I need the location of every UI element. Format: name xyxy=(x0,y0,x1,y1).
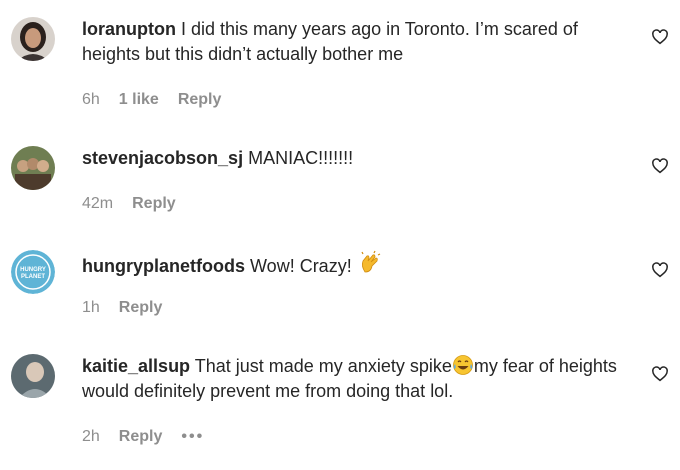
more-options-icon[interactable]: ••• xyxy=(181,428,204,446)
avatar[interactable] xyxy=(11,17,55,61)
like-count[interactable]: 1 like xyxy=(119,91,159,109)
comment-meta: 2h Reply ••• xyxy=(82,428,223,446)
reply-button[interactable]: Reply xyxy=(178,91,222,109)
heart-outline-icon[interactable] xyxy=(651,157,669,175)
heart-outline-icon[interactable] xyxy=(651,365,669,383)
hungry-planet-logo[interactable]: HUNGRY PLANET xyxy=(11,250,55,294)
comment-text: hungryplanetfoods Wow! Crazy! xyxy=(82,250,622,279)
comment-time[interactable]: 2h xyxy=(82,428,100,446)
comment-meta: 42m Reply xyxy=(82,195,195,213)
comment-time[interactable]: 6h xyxy=(82,91,100,109)
comment-time[interactable]: 42m xyxy=(82,195,113,213)
heart-outline-icon[interactable] xyxy=(651,28,669,46)
clapping-hands-emoji xyxy=(361,250,380,273)
logo-text: HUNGRY xyxy=(20,267,46,273)
comment-meta: 1h Reply xyxy=(82,299,181,317)
heart-outline-icon[interactable] xyxy=(651,261,669,279)
comment-username[interactable]: hungryplanetfoods xyxy=(82,256,245,276)
avatar[interactable] xyxy=(11,146,55,190)
comment-text: stevenjacobson_sj MANIAC!!!!!!! xyxy=(82,146,622,171)
comment-meta: 6h 1 like Reply xyxy=(82,91,240,109)
comment-body: That just made my anxiety spike xyxy=(194,356,452,376)
comment-text: loranupton I did this many years ago in … xyxy=(82,17,622,67)
comment-username[interactable]: kaitie_allsup xyxy=(82,356,190,376)
reply-button[interactable]: Reply xyxy=(132,195,176,213)
reply-button[interactable]: Reply xyxy=(119,428,163,446)
comment-username[interactable]: loranupton xyxy=(82,19,176,39)
comment-time[interactable]: 1h xyxy=(82,299,100,317)
logo-text: PLANET xyxy=(21,274,45,280)
comment-username[interactable]: stevenjacobson_sj xyxy=(82,148,243,168)
tears-of-joy-emoji xyxy=(452,355,473,375)
comment-body: MANIAC!!!!!!! xyxy=(248,148,354,168)
comment-body: Wow! Crazy! xyxy=(250,256,352,276)
comment-text: kaitie_allsup That just made my anxiety … xyxy=(82,354,622,404)
avatar[interactable] xyxy=(11,354,55,398)
reply-button[interactable]: Reply xyxy=(119,299,163,317)
